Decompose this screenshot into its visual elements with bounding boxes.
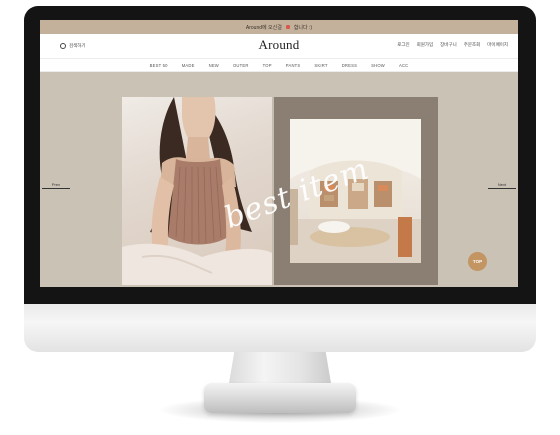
- utility-links: 로그인 회원가입 장바구니 주문조회 마이페이지: [397, 42, 508, 48]
- site-header: 검색하기 Around 로그인 회원가입 장바구니 주문조회 마이페이지: [40, 34, 518, 58]
- login-link[interactable]: 로그인: [397, 42, 409, 48]
- next-label: Next: [497, 182, 507, 187]
- nav-item-show[interactable]: SHOW: [371, 63, 385, 68]
- monitor-base: [204, 383, 356, 413]
- prev-label: Prev: [51, 182, 61, 187]
- arrow-right-icon: [488, 188, 516, 189]
- nav-item-skirt[interactable]: SKIRT: [314, 63, 327, 68]
- announcement-text: Around에 오신걸: [245, 24, 282, 31]
- mypage-link[interactable]: 마이페이지: [487, 42, 508, 48]
- nav-item-pants[interactable]: PANTS: [286, 63, 301, 68]
- nav-item-top[interactable]: TOP: [263, 63, 272, 68]
- nav-item-dress[interactable]: DRESS: [342, 63, 357, 68]
- nav-item-made[interactable]: MADE: [182, 63, 195, 68]
- main-banner[interactable]: best item: [122, 97, 438, 285]
- gift-icon: [285, 25, 290, 29]
- order-lookup-link[interactable]: 주문조회: [464, 42, 481, 48]
- website-screen: Around에 오신걸 합니다 :) 검색하기 Around 로그인 회원가입 …: [40, 20, 518, 287]
- announcement-text-2: 합니다 :): [293, 24, 313, 31]
- next-slide-button[interactable]: Next: [488, 182, 516, 189]
- nav-item-acc[interactable]: ACC: [399, 63, 408, 68]
- top-button-label: TOP: [472, 259, 483, 264]
- cart-link[interactable]: 장바구니: [440, 42, 457, 48]
- arrow-left-icon: [42, 188, 70, 189]
- announcement-bar: Around에 오신걸 합니다 :): [40, 20, 518, 34]
- join-link[interactable]: 회원가입: [417, 42, 434, 48]
- monitor-chin: [24, 302, 536, 352]
- nav-item-best50[interactable]: BEST 50: [150, 63, 168, 68]
- prev-slide-button[interactable]: Prev: [42, 182, 70, 189]
- nav-item-new[interactable]: NEW: [209, 63, 219, 68]
- category-nav: BEST 50 MADE NEW OUTER TOP PANTS SKIRT D…: [40, 58, 518, 72]
- nav-item-outer[interactable]: OUTER: [233, 63, 249, 68]
- scroll-to-top-button[interactable]: TOP: [468, 252, 487, 271]
